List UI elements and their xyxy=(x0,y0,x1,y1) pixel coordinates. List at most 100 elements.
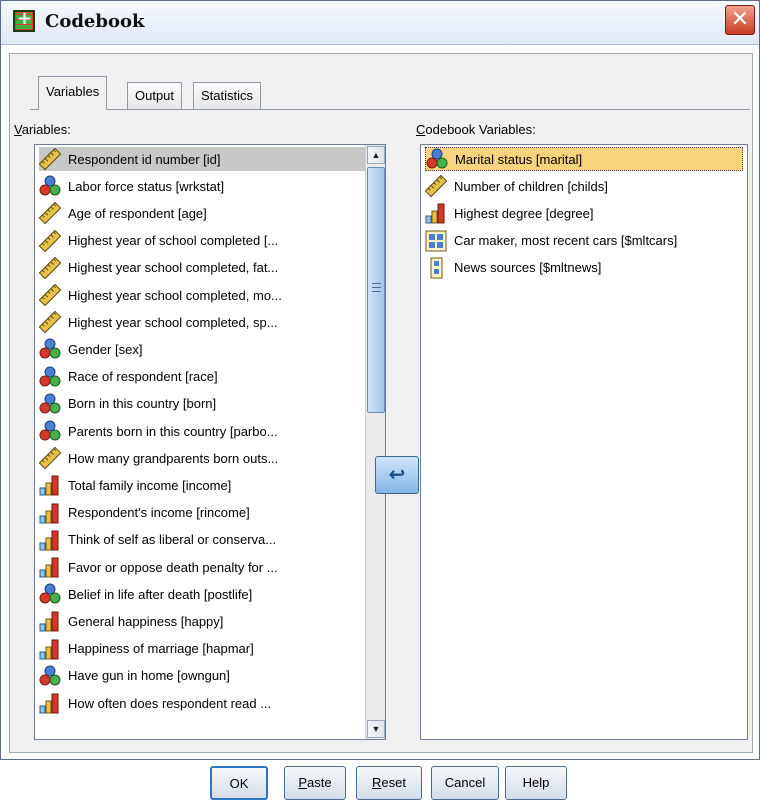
codebook-variable-list-item[interactable]: Highest degree [degree] xyxy=(425,201,747,225)
source-variable-list-item[interactable]: Labor force status [wrkstat] xyxy=(39,174,365,198)
scale-ruler-icon xyxy=(38,256,62,280)
multiple-category-set-icon xyxy=(425,257,447,279)
source-variable-item-label: Favor or oppose death penalty for ... xyxy=(68,559,278,575)
scroll-thumb[interactable] xyxy=(367,167,385,413)
source-variable-item-label: Highest year school completed, sp... xyxy=(68,314,278,330)
cancel-button[interactable]: Cancel xyxy=(431,766,499,800)
source-variable-item-label: Highest year school completed, fat... xyxy=(68,260,279,276)
codebook-variable-list-item[interactable]: Car maker, most recent cars [$mltcars] xyxy=(425,229,747,253)
source-variable-item-label: General happiness [happy] xyxy=(68,613,224,629)
scale-ruler-icon xyxy=(38,283,62,307)
ordinal-bars-icon xyxy=(39,474,61,496)
codebook-dialog: Codebook ✕ Variables Output Statistics V… xyxy=(0,0,760,800)
source-variable-list-item[interactable]: Highest year school completed, fat... xyxy=(38,256,365,280)
scale-ruler-icon xyxy=(38,147,62,171)
scale-ruler-icon xyxy=(424,174,448,198)
codebook-variable-item-label: Marital status [marital] xyxy=(455,151,583,167)
source-variable-item-label: Think of self as liberal or conserva... xyxy=(68,532,277,548)
ok-button[interactable]: OK xyxy=(210,766,268,800)
help-button[interactable]: Help xyxy=(505,766,567,800)
source-variable-item-label: Race of respondent [race] xyxy=(68,369,218,385)
move-arrow-icon: ↩ xyxy=(388,462,406,486)
move-to-codebook-button[interactable]: ↩ xyxy=(375,456,419,494)
scroll-down-button[interactable]: ▼ xyxy=(367,720,385,738)
ordinal-bars-icon xyxy=(39,529,61,551)
codebook-variable-list-item[interactable]: News sources [$mltnews] xyxy=(425,256,747,280)
reset-button[interactable]: Reset xyxy=(356,766,422,800)
codebook-variable-item-label: Car maker, most recent cars [$mltcars] xyxy=(454,233,678,249)
nominal-balls-icon xyxy=(426,148,448,170)
tab-output[interactable]: Output xyxy=(127,82,183,110)
source-variable-list-item[interactable]: Respondent's income [rincome] xyxy=(39,501,365,525)
source-variable-list-item[interactable]: How often does respondent read ... xyxy=(39,691,365,715)
source-variable-list-item[interactable]: General happiness [happy] xyxy=(39,609,365,633)
variables-label: Variables: xyxy=(14,122,71,137)
source-variable-list-item[interactable]: Highest year school completed, mo... xyxy=(38,283,365,307)
source-variable-list-item[interactable]: How many grandparents born outs... xyxy=(38,446,365,470)
source-list-scrollbar[interactable]: ▲ ▼ xyxy=(365,145,385,739)
scale-ruler-icon xyxy=(38,310,62,334)
close-button[interactable]: ✕ xyxy=(725,5,755,35)
source-variable-item-label: Belief in life after death [postlife] xyxy=(68,586,253,602)
source-variable-list-item[interactable]: Parents born in this country [parbo... xyxy=(39,419,365,443)
source-variable-list-item[interactable]: Race of respondent [race] xyxy=(39,365,365,389)
source-variable-item-label: Born in this country [born] xyxy=(68,396,217,412)
source-variable-item-label: Highest year school completed, mo... xyxy=(68,287,282,303)
source-variable-list-item[interactable]: Happiness of marriage [hapmar] xyxy=(39,637,365,661)
source-variable-item-label: Labor force status [wrkstat] xyxy=(68,178,225,194)
source-variable-list-item[interactable]: Gender [sex] xyxy=(39,337,365,361)
source-variable-item-label: Gender [sex] xyxy=(68,341,143,357)
scroll-up-button[interactable]: ▲ xyxy=(367,146,385,164)
ordinal-bars-icon xyxy=(39,692,61,714)
nominal-balls-icon xyxy=(39,366,61,388)
ordinal-bars-icon xyxy=(425,202,447,224)
nominal-balls-icon xyxy=(39,665,61,687)
source-variable-item-label: Highest year of school completed [... xyxy=(68,233,279,249)
source-variable-item-label: Happiness of marriage [hapmar] xyxy=(68,641,254,657)
dialog-body: Variables Output Statistics Variables: C… xyxy=(9,53,753,800)
nominal-balls-icon xyxy=(39,583,61,605)
source-variable-item-label: Respondent's income [rincome] xyxy=(68,505,250,521)
nominal-balls-icon xyxy=(39,393,61,415)
source-variable-list-item[interactable]: Age of respondent [age] xyxy=(38,201,365,225)
source-variable-item-label: How often does respondent read ... xyxy=(68,695,272,711)
codebook-variable-item-label: News sources [$mltnews] xyxy=(454,260,602,276)
multiple-dichotomy-set-icon xyxy=(425,230,447,252)
ordinal-bars-icon xyxy=(39,502,61,524)
source-variable-item-label: Total family income [income] xyxy=(68,477,232,493)
source-variable-item-label: Respondent id number [id] xyxy=(68,151,221,167)
nominal-balls-icon xyxy=(39,420,61,442)
nominal-balls-icon xyxy=(39,175,61,197)
source-variable-list-item[interactable]: Respondent id number [id] xyxy=(38,147,365,171)
source-variable-list-item[interactable]: Think of self as liberal or conserva... xyxy=(39,528,365,552)
source-variable-list-item[interactable]: Highest year of school completed [... xyxy=(38,229,365,253)
title-bar[interactable]: Codebook ✕ xyxy=(1,1,759,45)
source-variable-list-item[interactable]: Have gun in home [owngun] xyxy=(39,664,365,688)
source-variable-list-item[interactable]: Born in this country [born] xyxy=(39,392,365,416)
dialog-title: Codebook xyxy=(45,11,145,32)
source-variable-list-item[interactable]: Favor or oppose death penalty for ... xyxy=(39,555,365,579)
codebook-variable-item-label: Number of children [childs] xyxy=(454,178,608,194)
ordinal-bars-icon xyxy=(39,638,61,660)
source-variable-list-item[interactable]: Total family income [income] xyxy=(39,473,365,497)
source-variable-item-label: Age of respondent [age] xyxy=(68,205,207,221)
nominal-balls-icon xyxy=(39,338,61,360)
source-variables-list[interactable]: How often does respondent read ... Have g… xyxy=(34,144,386,740)
ordinal-bars-icon xyxy=(39,610,61,632)
scale-ruler-icon xyxy=(38,446,62,470)
ordinal-bars-icon xyxy=(39,556,61,578)
source-variable-list-item[interactable]: Highest year school completed, sp... xyxy=(38,310,365,334)
source-variable-list-item[interactable]: Belief in life after death [postlife] xyxy=(39,582,365,606)
scale-ruler-icon xyxy=(38,229,62,252)
paste-button[interactable]: Paste xyxy=(284,766,346,800)
app-icon xyxy=(13,8,35,32)
codebook-variable-list-item[interactable]: Number of children [childs] xyxy=(424,174,747,198)
scale-ruler-icon xyxy=(38,202,62,225)
codebook-variable-item-label: Highest degree [degree] xyxy=(454,205,594,221)
tab-variables[interactable]: Variables xyxy=(38,76,108,110)
tab-statistics[interactable]: Statistics xyxy=(193,82,262,110)
codebook-variable-list-item[interactable]: Marital status [marital] xyxy=(425,147,743,171)
source-variable-item-label: Have gun in home [owngun] xyxy=(68,668,230,684)
source-variable-item-label: How many grandparents born outs... xyxy=(68,450,279,466)
codebook-variables-list[interactable]: News sources [$mltnews] Car maker, most r… xyxy=(420,144,748,740)
